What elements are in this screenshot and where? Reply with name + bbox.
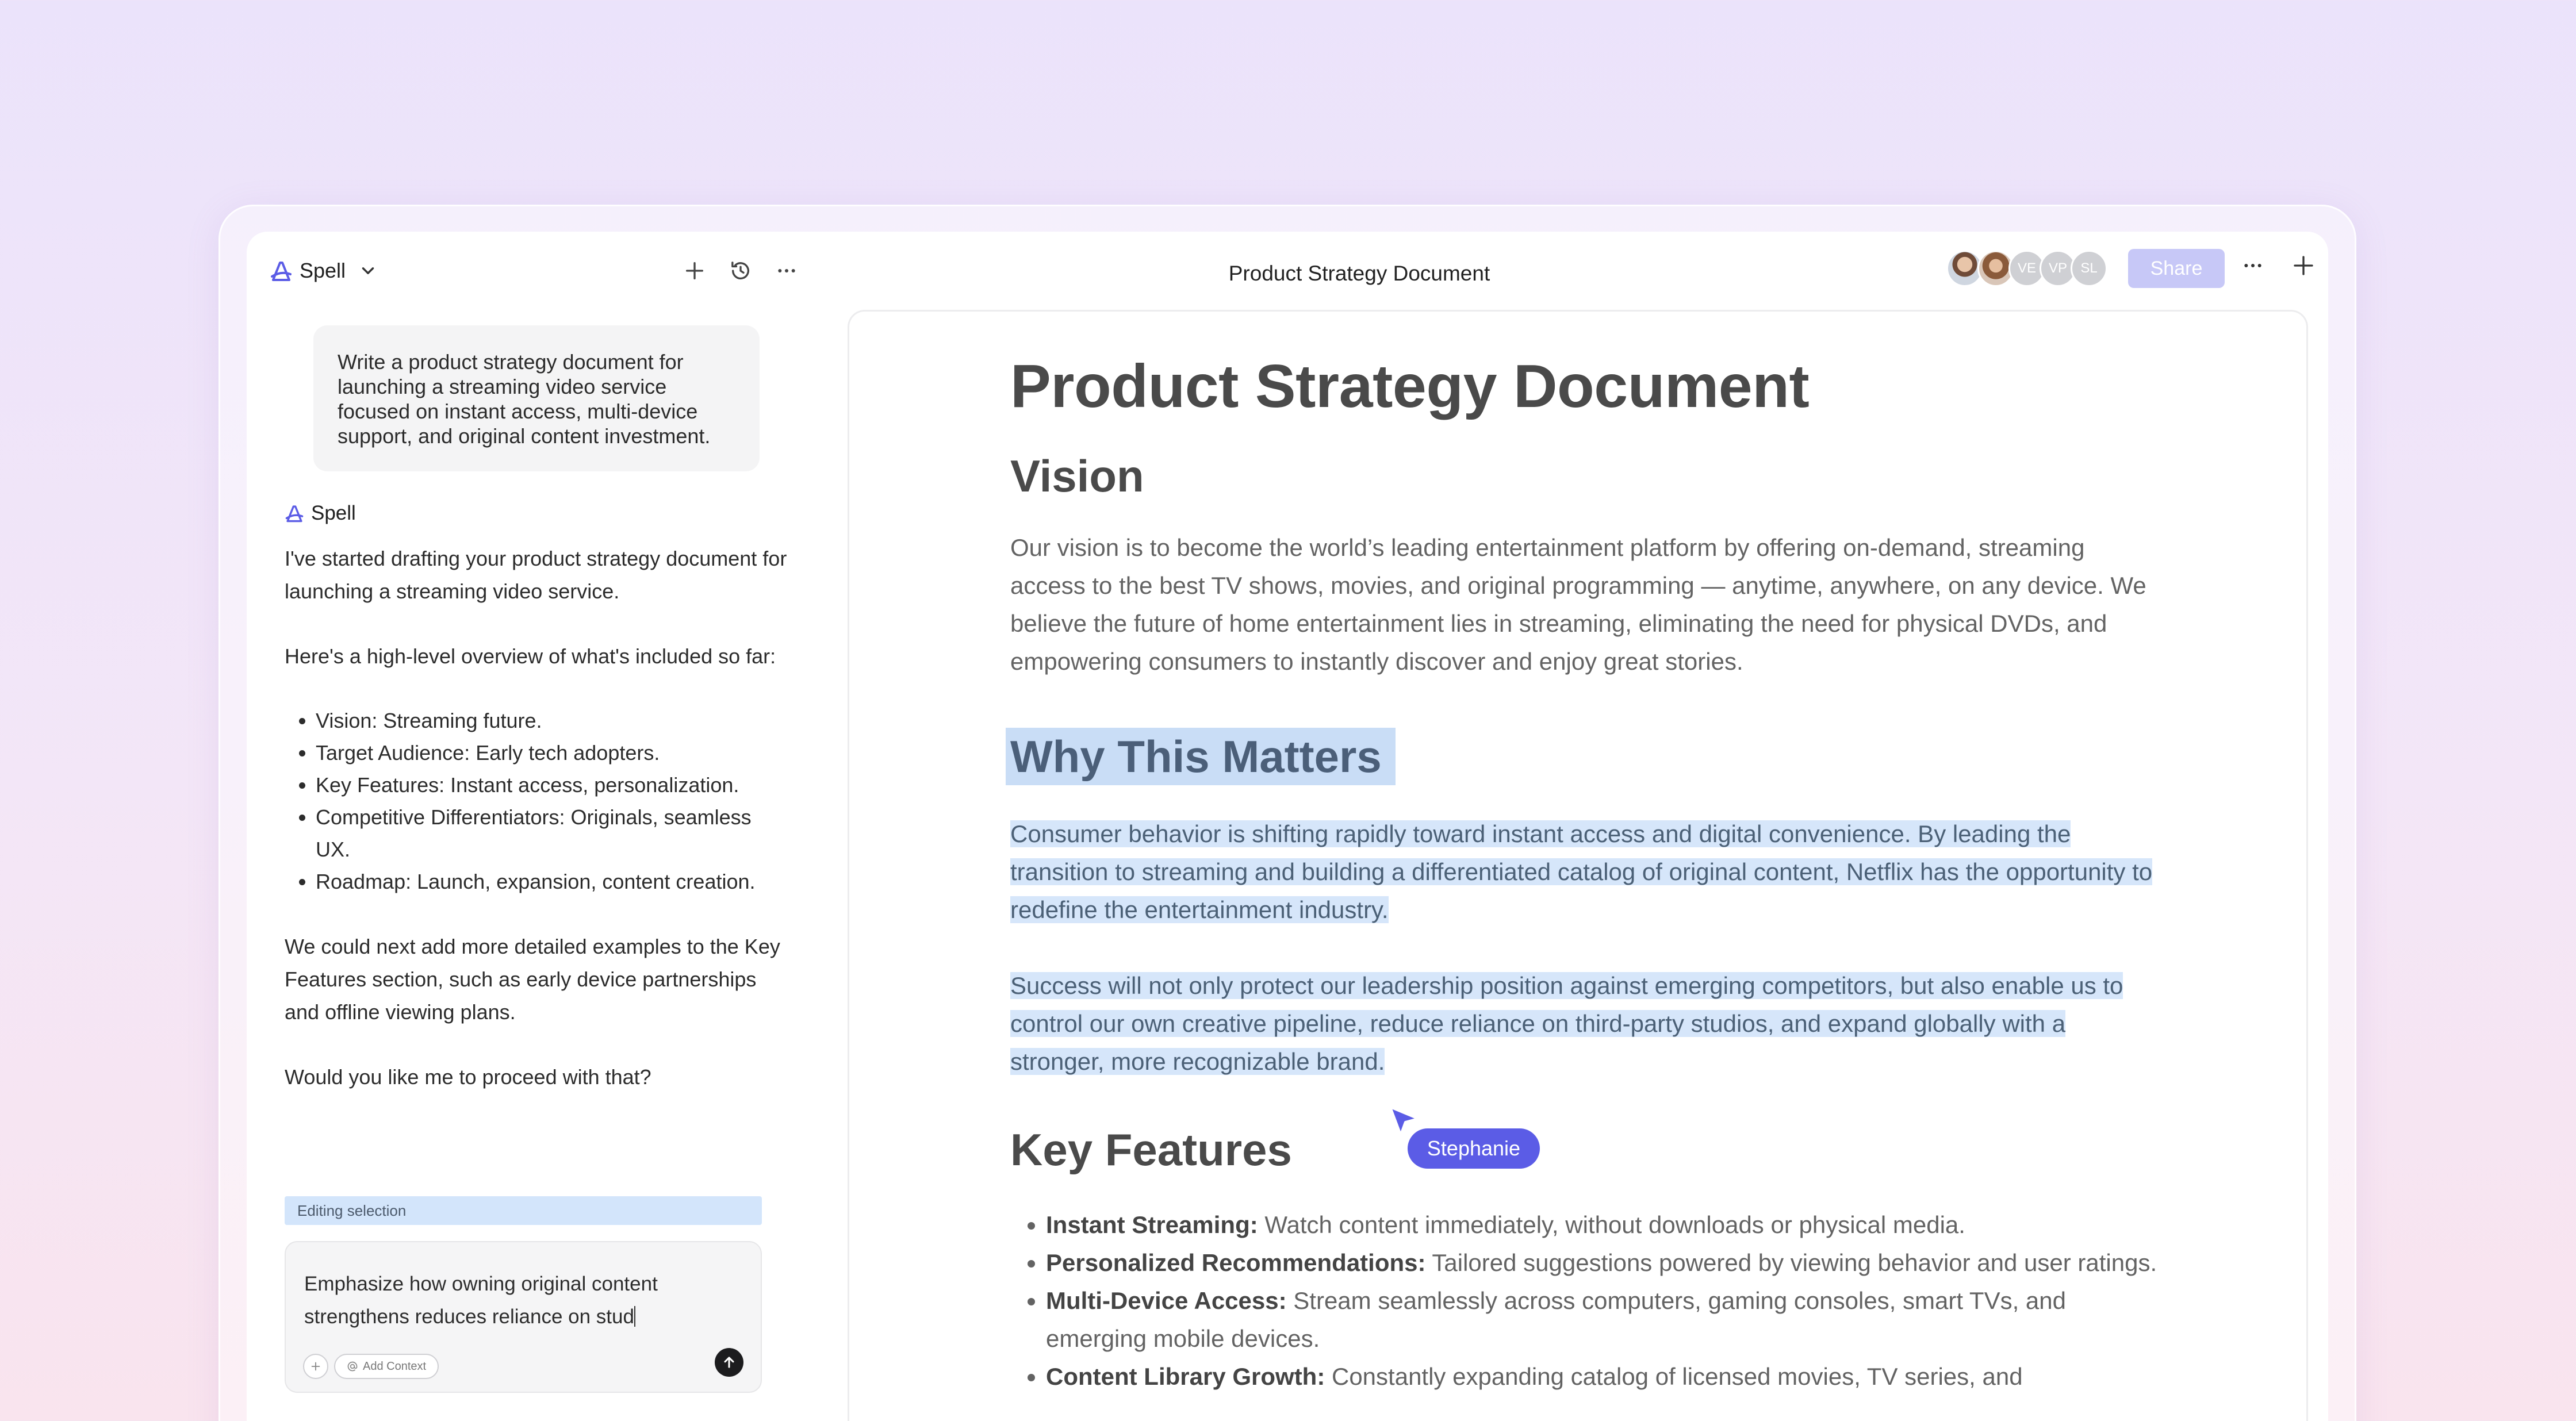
avatar[interactable]: SL — [2071, 250, 2107, 287]
send-button[interactable] — [715, 1348, 743, 1377]
reply-overview-list: Vision: Streaming future. Target Audienc… — [316, 705, 791, 898]
features-list[interactable]: Instant Streaming: Watch content immedia… — [1046, 1206, 2160, 1396]
sidebar-more-button[interactable] — [775, 259, 799, 283]
chevron-down-icon — [362, 267, 374, 274]
spell-logo-icon — [271, 262, 292, 281]
prompt-composer[interactable]: Emphasize how owning original content st… — [285, 1241, 762, 1393]
why-paragraph-2[interactable]: Success will not only protect our leader… — [1010, 967, 2160, 1081]
collaborator-cursor-label: Stephanie — [1408, 1128, 1540, 1169]
share-button[interactable]: Share — [2128, 249, 2225, 288]
add-context-button[interactable]: Add Context — [334, 1354, 439, 1379]
assistant-reply-message: I've started drafting your product strat… — [285, 542, 791, 1126]
why-paragraph-1[interactable]: Consumer behavior is shifting rapidly to… — [1010, 815, 2160, 929]
section-heading-vision[interactable]: Vision — [1010, 447, 2160, 505]
more-horizontal-icon — [2244, 264, 2261, 267]
document-content[interactable]: Product Strategy Document Vision Our vis… — [1006, 352, 2160, 1396]
document-title-bar: Product Strategy Document — [1228, 262, 1490, 285]
window-actions — [2241, 254, 2316, 278]
app-window: Spell Write a product strategy document … — [247, 232, 2328, 1421]
sidebar-header: Spell — [270, 255, 799, 287]
history-icon — [731, 262, 749, 280]
assistant-switcher[interactable]: Spell — [270, 259, 378, 283]
more-horizontal-icon — [778, 269, 795, 272]
history-button[interactable] — [729, 259, 753, 283]
plus-icon — [2294, 256, 2313, 275]
at-sign-icon — [347, 1361, 358, 1372]
new-chat-button[interactable] — [683, 259, 707, 283]
reply-question: Would you like me to proceed with that? — [285, 1065, 651, 1089]
sidebar-actions — [683, 255, 799, 287]
spell-logo-icon — [285, 505, 304, 523]
composer-toolbar: Add Context — [303, 1354, 439, 1379]
user-prompt-message: Write a product strategy document for la… — [313, 325, 760, 471]
reply-overview: Here's a high-level overview of what's i… — [285, 644, 776, 668]
selected-text[interactable]: Consumer behavior is shifting rapidly to… — [1010, 820, 2153, 923]
vision-paragraph[interactable]: Our vision is to become the world’s lead… — [1010, 529, 2160, 681]
list-item: Competitive Differentiators: Originals, … — [316, 801, 791, 866]
section-heading-features[interactable]: Key Features — [1010, 1121, 2160, 1178]
assistant-reply-name: Spell — [311, 502, 356, 524]
assistant-name: Spell — [300, 259, 346, 282]
list-item: Key Features: Instant access, personaliz… — [316, 769, 791, 801]
reply-intro: I've started drafting your product strat… — [285, 547, 787, 603]
collaborator-avatars[interactable]: VE VP SL — [1946, 250, 2107, 287]
assistant-sidebar: Spell Write a product strategy document … — [247, 232, 822, 1421]
text-caret — [634, 1306, 635, 1327]
document-more-button[interactable] — [2241, 254, 2265, 278]
assistant-reply-header: Spell — [285, 502, 356, 525]
reply-next-steps: We could next add more detailed examples… — [285, 935, 780, 1024]
list-item: Vision: Streaming future. — [316, 705, 791, 737]
arrow-up-icon — [724, 1357, 734, 1368]
section-heading-why[interactable]: Why This Matters — [1006, 728, 2160, 785]
list-item[interactable]: Content Library Growth: Constantly expan… — [1046, 1358, 2160, 1396]
selected-heading[interactable]: Why This Matters — [1006, 728, 1396, 785]
selected-text[interactable]: Success will not only protect our leader… — [1010, 972, 2123, 1075]
list-item: Target Audience: Early tech adopters. — [316, 737, 791, 769]
list-item[interactable]: Instant Streaming: Watch content immedia… — [1046, 1206, 2160, 1244]
attach-button[interactable] — [303, 1354, 328, 1379]
composer-input[interactable]: Emphasize how owning original content st… — [304, 1268, 741, 1333]
list-item[interactable]: Personalized Recommendations: Tailored s… — [1046, 1244, 2160, 1282]
plus-icon — [686, 262, 703, 279]
list-item: Roadmap: Launch, expansion, content crea… — [316, 866, 791, 898]
editing-selection-label: Editing selection — [285, 1196, 762, 1225]
document-editor[interactable]: Product Strategy Document Vision Our vis… — [848, 310, 2308, 1421]
collaboration-bar: VE VP SL Share — [1946, 249, 2225, 288]
plus-icon — [311, 1362, 320, 1371]
list-item[interactable]: Multi-Device Access: Stream seamlessly a… — [1046, 1282, 2160, 1358]
add-context-label: Add Context — [363, 1359, 427, 1373]
new-document-button[interactable] — [2291, 254, 2316, 278]
document-title[interactable]: Product Strategy Document — [1010, 352, 2160, 421]
